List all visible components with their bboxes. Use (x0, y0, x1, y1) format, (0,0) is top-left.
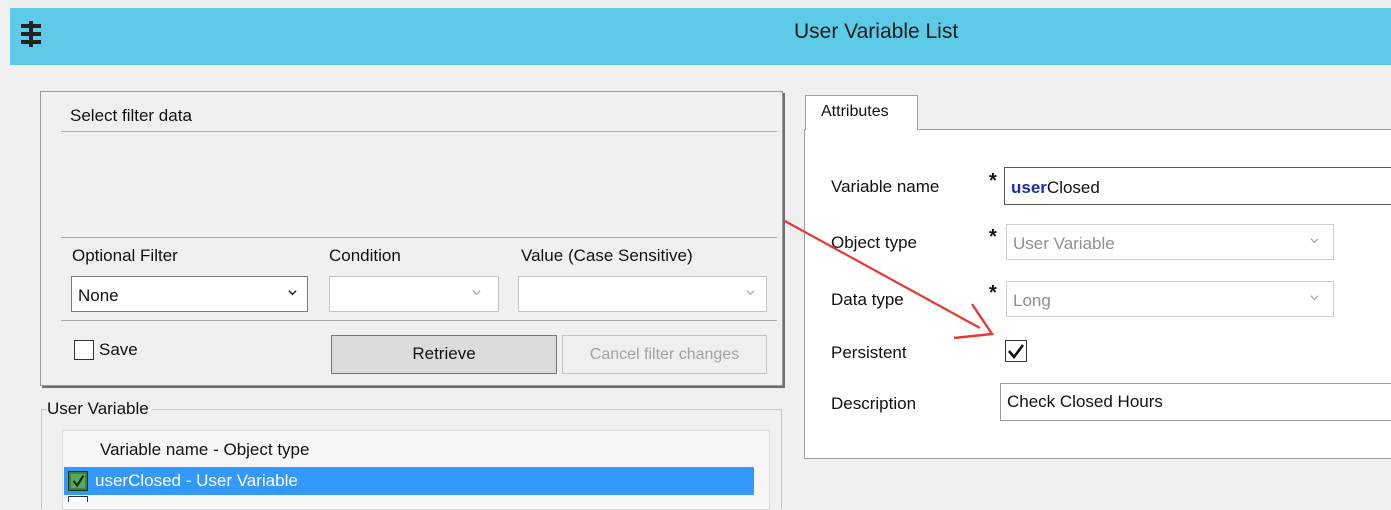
chevron-down-icon (746, 290, 755, 296)
window-title: User Variable List (794, 20, 959, 43)
chevron-down-icon (1310, 238, 1319, 244)
variable-name-input[interactable]: userClosed (1004, 167, 1391, 205)
condition-select[interactable] (329, 276, 499, 312)
optional-filter-label: Optional Filter (72, 246, 178, 265)
object-type-select[interactable]: User Variable (1006, 224, 1334, 260)
required-marker: * (989, 226, 997, 248)
user-variable-group-title: User Variable (47, 399, 152, 419)
variable-name-suffix: Closed (1046, 178, 1100, 197)
list-item-label: userClosed - User Variable (95, 471, 298, 490)
save-checkbox[interactable] (74, 340, 94, 360)
row-checkbox[interactable] (68, 496, 88, 502)
data-type-label: Data type (831, 290, 904, 309)
description-value: Check Closed Hours (1007, 392, 1163, 411)
chevron-down-icon (1310, 295, 1319, 301)
object-type-label: Object type (831, 233, 917, 252)
list-column-header: Variable name - Object type (100, 440, 310, 459)
checked-icon[interactable] (68, 471, 88, 491)
value-case-sensitive-select[interactable] (518, 276, 767, 312)
condition-label: Condition (329, 246, 401, 265)
filter-section-title: Select filter data (70, 106, 192, 125)
optional-filter-value: None (78, 286, 119, 305)
required-marker: * (989, 170, 997, 192)
save-label: Save (99, 340, 138, 359)
hamburger-menu-icon[interactable] (20, 21, 42, 47)
persistent-checkbox[interactable] (1005, 340, 1027, 362)
variable-name-prefix: user (1011, 178, 1047, 197)
variable-name-label: Variable name (831, 177, 940, 196)
description-input[interactable]: Check Closed Hours (1000, 383, 1391, 421)
data-type-select[interactable]: Long (1006, 281, 1334, 317)
optional-filter-select[interactable]: None (71, 276, 308, 312)
required-marker: * (989, 282, 997, 304)
chevron-down-icon (288, 290, 297, 296)
chevron-down-icon (472, 290, 481, 296)
data-type-value: Long (1013, 291, 1051, 310)
value-label: Value (Case Sensitive) (521, 246, 693, 265)
title-bar (10, 8, 1391, 65)
object-type-value: User Variable (1013, 234, 1115, 253)
divider (61, 131, 777, 132)
retrieve-button[interactable]: Retrieve (331, 335, 557, 374)
divider (61, 237, 777, 238)
divider (61, 320, 777, 321)
description-label: Description (831, 394, 917, 413)
cancel-filter-changes-button[interactable]: Cancel filter changes (562, 335, 767, 374)
persistent-label: Persistent (831, 343, 907, 362)
tab-attributes-label: Attributes (821, 103, 889, 120)
